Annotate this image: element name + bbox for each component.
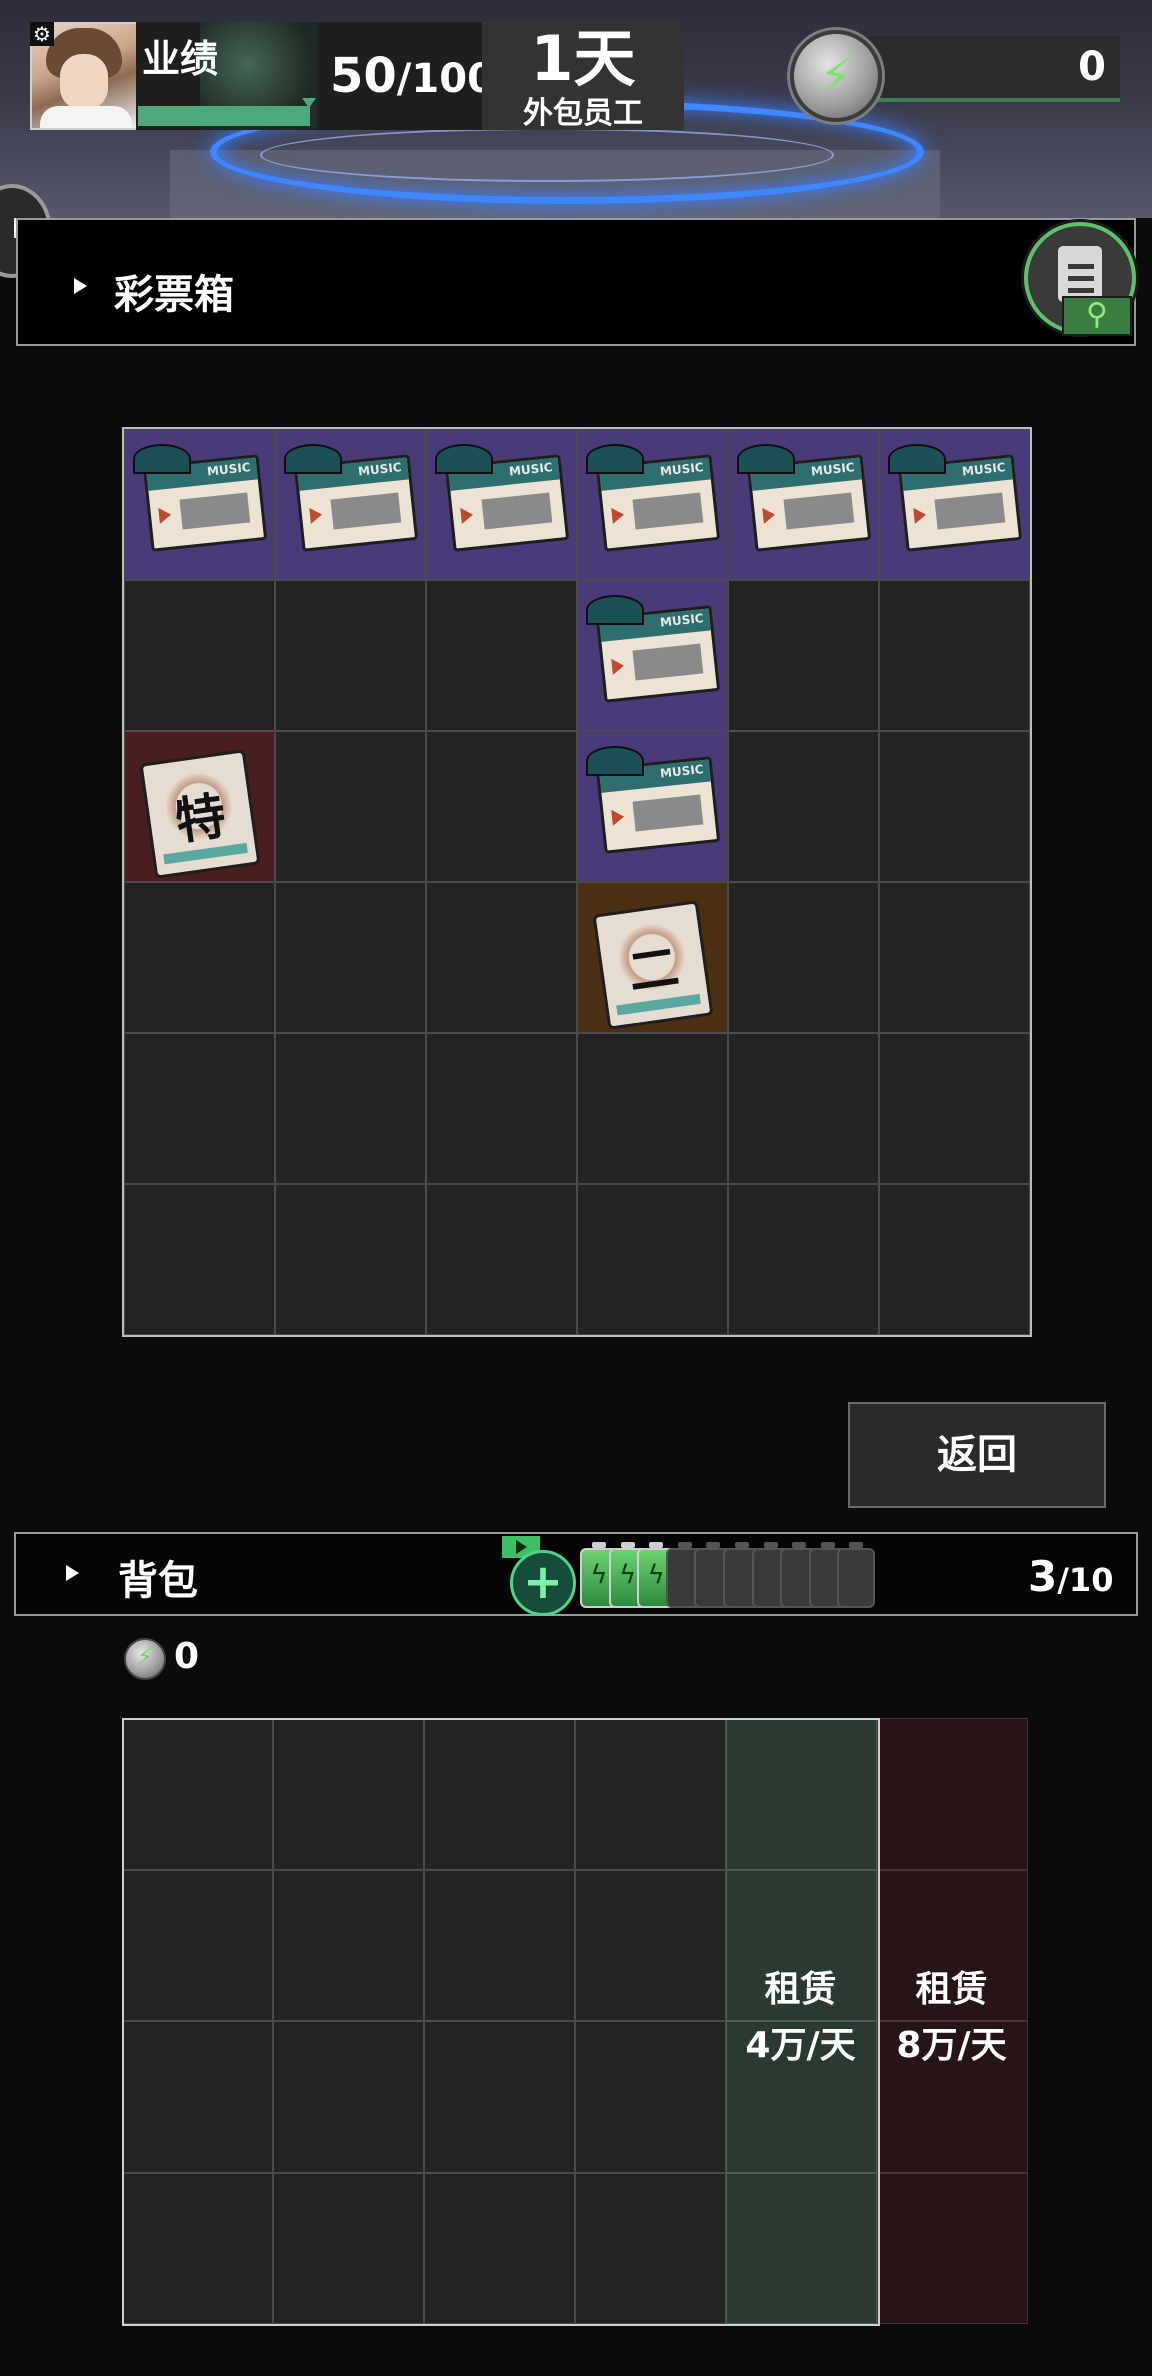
backpack-slot[interactable] [575,2172,726,2324]
rent-column-8[interactable]: 租赁 8万/天 [876,1962,1027,2074]
lottery-slot-empty [124,1184,275,1335]
palm-tree-icon [284,444,342,474]
settings-gear-icon[interactable]: ⚙ [30,22,54,46]
day-counter: 1天 [530,22,636,95]
lottery-slot-empty [426,580,577,731]
palm-tree-icon [133,444,191,474]
lottery-slot-empty [879,1184,1030,1335]
backpack-slot[interactable] [122,2021,273,2173]
palm-tree-icon [586,746,644,776]
lottery-slot-second[interactable]: 二 [577,882,728,1033]
clipboard-icon [1058,246,1102,302]
performance-arrow-icon [302,98,316,108]
expand-triangle-icon [74,278,87,294]
backpack-slot[interactable] [424,2172,575,2324]
role-label: 外包员工 [523,96,643,131]
lottery-slot-empty [275,731,426,882]
second-prize-ticket: 二 [592,900,714,1030]
backpack-slot[interactable] [424,1869,575,2021]
lottery-slot-ticket[interactable]: MUSIC [879,429,1030,580]
backpack-slot[interactable] [575,2021,726,2173]
return-button[interactable]: 返回 [848,1402,1106,1508]
lottery-slot-ticket[interactable]: MUSIC [728,429,879,580]
energy-coin-icon: ⚡ [124,1638,166,1680]
lottery-slot-empty [577,1033,728,1184]
lottery-slot-empty [879,731,1030,882]
special-prize-ticket: 特 [139,749,261,879]
lottery-slot-ticket[interactable]: MUSIC [275,429,426,580]
energy-coin-icon: ⚡ [790,30,882,122]
lottery-slot-ticket[interactable]: MUSIC [577,580,728,731]
hud-stage-ring-inner [260,128,834,182]
lottery-slot-empty [728,1184,879,1335]
rent-4-price: 4万/天 [745,2025,856,2066]
lottery-slot-empty [275,580,426,731]
backpack-slot[interactable] [273,2021,424,2173]
rent-8-label: 租赁 [915,1969,988,2010]
backpack-slot[interactable] [273,1718,424,1870]
lottery-slot-special[interactable]: 特 [124,731,275,882]
lottery-slot-empty [728,731,879,882]
lottery-slot-empty [426,1184,577,1335]
rent-column-4[interactable]: 租赁 4万/天 [725,1962,876,2074]
lottery-slot-empty [728,882,879,1033]
energy-value: 0 [1078,44,1106,90]
lottery-slot-ticket[interactable]: MUSIC [577,429,728,580]
backpack-title: 背包 [118,1558,198,1604]
rent-slot-8[interactable] [877,1718,1028,1870]
lottery-slot-empty [124,580,275,731]
lottery-slot-empty [577,1184,728,1335]
rent-slot-4[interactable] [726,2172,877,2324]
palm-tree-icon [888,444,946,474]
lottery-slot-empty [728,580,879,731]
capacity-used: 3 [1028,1552,1058,1601]
expand-triangle-icon [66,1565,79,1581]
backpack-slot[interactable] [273,1869,424,2021]
lottery-slot-empty [124,1033,275,1184]
backpack-slot[interactable] [424,2021,575,2173]
performance-total: /100 [396,56,495,102]
backpack-slot[interactable] [273,2172,424,2324]
rent-8-price: 8万/天 [896,2025,1007,2066]
performance-current: 50 [330,48,397,104]
backpack-slot[interactable] [122,1718,273,1870]
palm-tree-icon [586,595,644,625]
lottery-slot-ticket[interactable]: MUSIC [426,429,577,580]
rent-4-label: 租赁 [764,1969,837,2010]
lottery-slot-ticket[interactable]: MUSIC [577,731,728,882]
lottery-slot-empty [275,1184,426,1335]
battery-empty-icon [837,1542,876,1608]
capacity-total: /10 [1057,1561,1114,1599]
lottery-slot-empty [879,580,1030,731]
palm-tree-icon [737,444,795,474]
backpack-slot[interactable] [575,1869,726,2021]
performance-bar-fill [138,106,310,126]
palm-tree-icon [435,444,493,474]
lottery-slot-empty [426,1033,577,1184]
palm-tree-icon [586,444,644,474]
lottery-grid: MUSIC MUSIC MUSIC MUSIC MUSIC MUSIC MUSIC 特 MUSI… [122,427,1032,1337]
lottery-box-title: 彩票箱 [114,272,234,318]
magnifier-icon: ⚲ [1062,296,1132,336]
capacity-count: 3/10 [1028,1552,1113,1601]
coin-balance: 0 [174,1636,200,1677]
backpack-slot[interactable] [122,1869,273,2021]
rent-slot-4[interactable] [726,1718,877,1870]
lottery-slot-empty [124,882,275,1033]
backpack-slot[interactable] [575,1718,726,1870]
performance-label: 业绩 [142,37,219,81]
backpack-slot[interactable] [122,2172,273,2324]
lottery-slot-empty [426,731,577,882]
performance-value: 50/100 [330,48,495,104]
lottery-slot-empty [275,882,426,1033]
backpack-slot[interactable] [424,1718,575,1870]
rent-slot-8[interactable] [877,2172,1028,2324]
lottery-slot-empty [879,1033,1030,1184]
lottery-slot-empty [275,1033,426,1184]
lottery-slot-empty [728,1033,879,1184]
lottery-slot-empty [879,882,1030,1033]
lottery-slot-ticket[interactable]: MUSIC [124,429,275,580]
add-capacity-button[interactable]: + [510,1550,576,1616]
lottery-slot-empty [426,882,577,1033]
